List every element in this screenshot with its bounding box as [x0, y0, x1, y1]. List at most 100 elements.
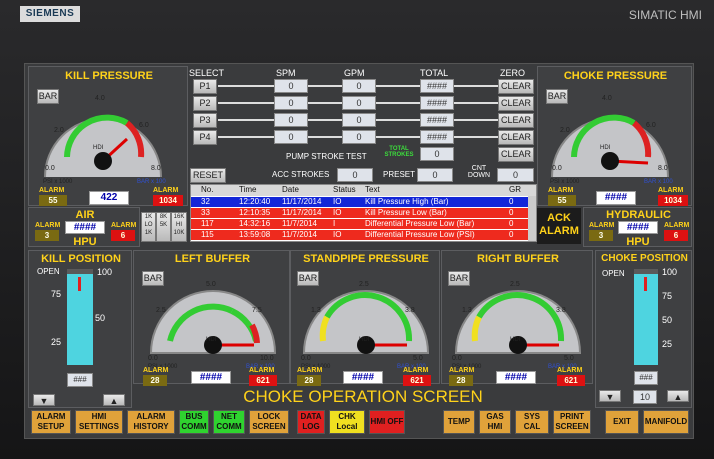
nav-button-data-log[interactable]: DATA LOG [297, 410, 325, 434]
kill-down-button[interactable]: ▼ [33, 394, 55, 406]
p3-total: #### [420, 113, 454, 127]
rb-center: HDI [510, 337, 521, 343]
choke-pos-scale-75: 75 [662, 291, 673, 301]
hmi-screen: KILL PRESSURE BAR 0.0 2.0 4.0 6.0 8.0 HD… [24, 63, 694, 439]
alarm-table-header: No. Time Date Status Text GR [191, 185, 536, 196]
lb-scale-3: 7.5 [252, 307, 262, 314]
kill-alarm-label: ALARM [39, 187, 65, 194]
choke-position-value: ### [634, 371, 658, 385]
choke-center-label: HDI [600, 145, 611, 151]
alarm-row[interactable]: 115 13:59:08 11/7/2014 IO Differential Press… [191, 230, 534, 240]
total-strokes-clear-button[interactable]: CLEAR [498, 147, 534, 162]
choke-down-button[interactable]: ▼ [599, 390, 621, 402]
pump-spm-header: SPM [276, 68, 296, 78]
p1-total: #### [420, 79, 454, 93]
kill-pos-scale-75: 75 [51, 289, 62, 299]
kill-up-button[interactable]: ▲ [103, 394, 125, 406]
p3-clear-button[interactable]: CLEAR [498, 113, 534, 128]
reset-button[interactable]: RESET [190, 168, 226, 183]
kill-scale-1: 2.0 [54, 127, 64, 134]
nav-button-net-comm[interactable]: NET COMM [213, 410, 245, 434]
p4-spm: 0 [274, 130, 308, 144]
alarm-scrollbar[interactable] [528, 196, 536, 241]
lb-center: HDI [206, 337, 217, 343]
nav-button-sys-cal[interactable]: SYS CAL [515, 410, 549, 434]
nav-button-bus-comm[interactable]: BUS COMM [179, 410, 209, 434]
p2-spm: 0 [274, 96, 308, 110]
pump-select-p4[interactable]: P4 [193, 130, 217, 145]
alarm-row[interactable]: 33 12:10:35 11/17/2014 IO Kill Pressure Low … [191, 208, 534, 218]
nav-button-alarm-setup[interactable]: ALARM SETUP [31, 410, 71, 434]
pump-select-p2[interactable]: P2 [193, 96, 217, 111]
kill-scale-0: 0.0 [45, 165, 55, 172]
p2-total: #### [420, 96, 454, 110]
hydraulic-value: #### [618, 221, 658, 234]
alarm-col-date: Date [282, 185, 299, 194]
hydraulic-alarm-low: 3 [589, 230, 613, 241]
left-buffer-title: LEFT BUFFER [174, 253, 251, 265]
p2-gpm: 0 [342, 96, 376, 110]
air-range-mid-button[interactable]: 8K 5K [156, 212, 171, 242]
kill-arrow-icon [78, 277, 81, 291]
pump-select-p3[interactable]: P3 [193, 113, 217, 128]
nav-button-hmi-off[interactable]: HMI OFF [369, 410, 405, 434]
right-buffer-title: RIGHT BUFFER [477, 253, 559, 265]
nav-button-alarm-history[interactable]: ALARM HISTORY [127, 410, 175, 434]
p4-clear-button[interactable]: CLEAR [498, 130, 534, 145]
alarm-col-status: Status [333, 185, 356, 194]
sp-center: HDI [359, 337, 370, 343]
choke-arrow-icon [644, 277, 647, 291]
p1-clear-button[interactable]: CLEAR [498, 79, 534, 94]
cnt-down-value: 0 [497, 168, 534, 182]
kill-alarm-low: 55 [39, 195, 67, 206]
p3-gpm: 0 [342, 113, 376, 127]
nav-button-hmi-settings[interactable]: HMI SETTINGS [75, 410, 123, 434]
nav-button-chk-local[interactable]: CHK Local [329, 410, 365, 434]
lb-alarm-label: ALARM [143, 367, 169, 374]
nav-button-print-screen[interactable]: PRINT SCREEN [553, 410, 591, 434]
choke-up-button[interactable]: ▲ [667, 390, 689, 402]
rb-scale-0: 0.0 [452, 355, 462, 362]
choke-position-bar [634, 269, 658, 365]
alarm-row[interactable]: 117 14:32:16 11/7/2014 I Differential Pressu… [191, 219, 534, 229]
sp-scale-4: 5.0 [413, 355, 423, 362]
rb-scale-1: 1.3 [462, 307, 472, 314]
p4-total: #### [420, 130, 454, 144]
nav-button-temp[interactable]: TEMP [443, 410, 475, 434]
choke-open-label: OPEN [602, 269, 625, 278]
chevron-down-icon: ▼ [39, 396, 49, 406]
choke-units-left: PSI x 1000 [550, 179, 580, 185]
preset-value[interactable]: 0 [417, 168, 453, 182]
p1-spm: 0 [274, 79, 308, 93]
air-range-high-button[interactable]: 16K HI 10K [171, 212, 187, 242]
pump-select-p1[interactable]: P1 [193, 79, 217, 94]
kill-units-right: BAR x 100 [137, 179, 166, 185]
lb-value: #### [191, 371, 231, 384]
air-hpu-label: HPU [73, 236, 97, 248]
device-model: SIMATIC HMI [628, 8, 702, 22]
kill-position-bar [67, 269, 93, 365]
choke-units-right: BAR x 100 [644, 179, 673, 185]
pump-select-header: SELECT [189, 68, 225, 78]
p1-gpm: 0 [342, 79, 376, 93]
nav-button-manifold[interactable]: MANIFOLD [643, 410, 689, 434]
pump-total-header: TOTAL [420, 68, 449, 78]
ack-alarm-button[interactable]: ACK ALARM [537, 208, 581, 244]
choke-alarm-low: 55 [548, 195, 576, 206]
hydraulic-alarm-label: ALARM [589, 222, 615, 229]
pump-gpm-header: GPM [344, 68, 365, 78]
lb-alarm-label-high: ALARM [249, 367, 275, 374]
acc-strokes-label: ACC STROKES [272, 170, 330, 179]
sp-alarm-low: 28 [297, 375, 321, 386]
nav-button-exit[interactable]: EXIT [605, 410, 639, 434]
alarm-row[interactable]: 32 12:20:40 11/17/2014 IO Kill Pressure High… [191, 197, 534, 207]
air-range-low-button[interactable]: 1K LO 1K [141, 212, 156, 242]
nav-button-gas-hmi[interactable]: GAS HMI [479, 410, 511, 434]
nav-button-lock-screen[interactable]: LOCK SCREEN [249, 410, 289, 434]
p2-clear-button[interactable]: CLEAR [498, 96, 534, 111]
choke-setpoint[interactable]: 10 [633, 390, 657, 404]
lb-scale-1: 2.5 [156, 307, 166, 314]
air-panel: AIR ALARM 3 #### HPU ALARM 6 [28, 207, 140, 248]
preset-label: PRESET [383, 170, 416, 179]
kill-position-panel: KILL POSITION OPEN 100 75 50 25 ### [28, 250, 132, 408]
